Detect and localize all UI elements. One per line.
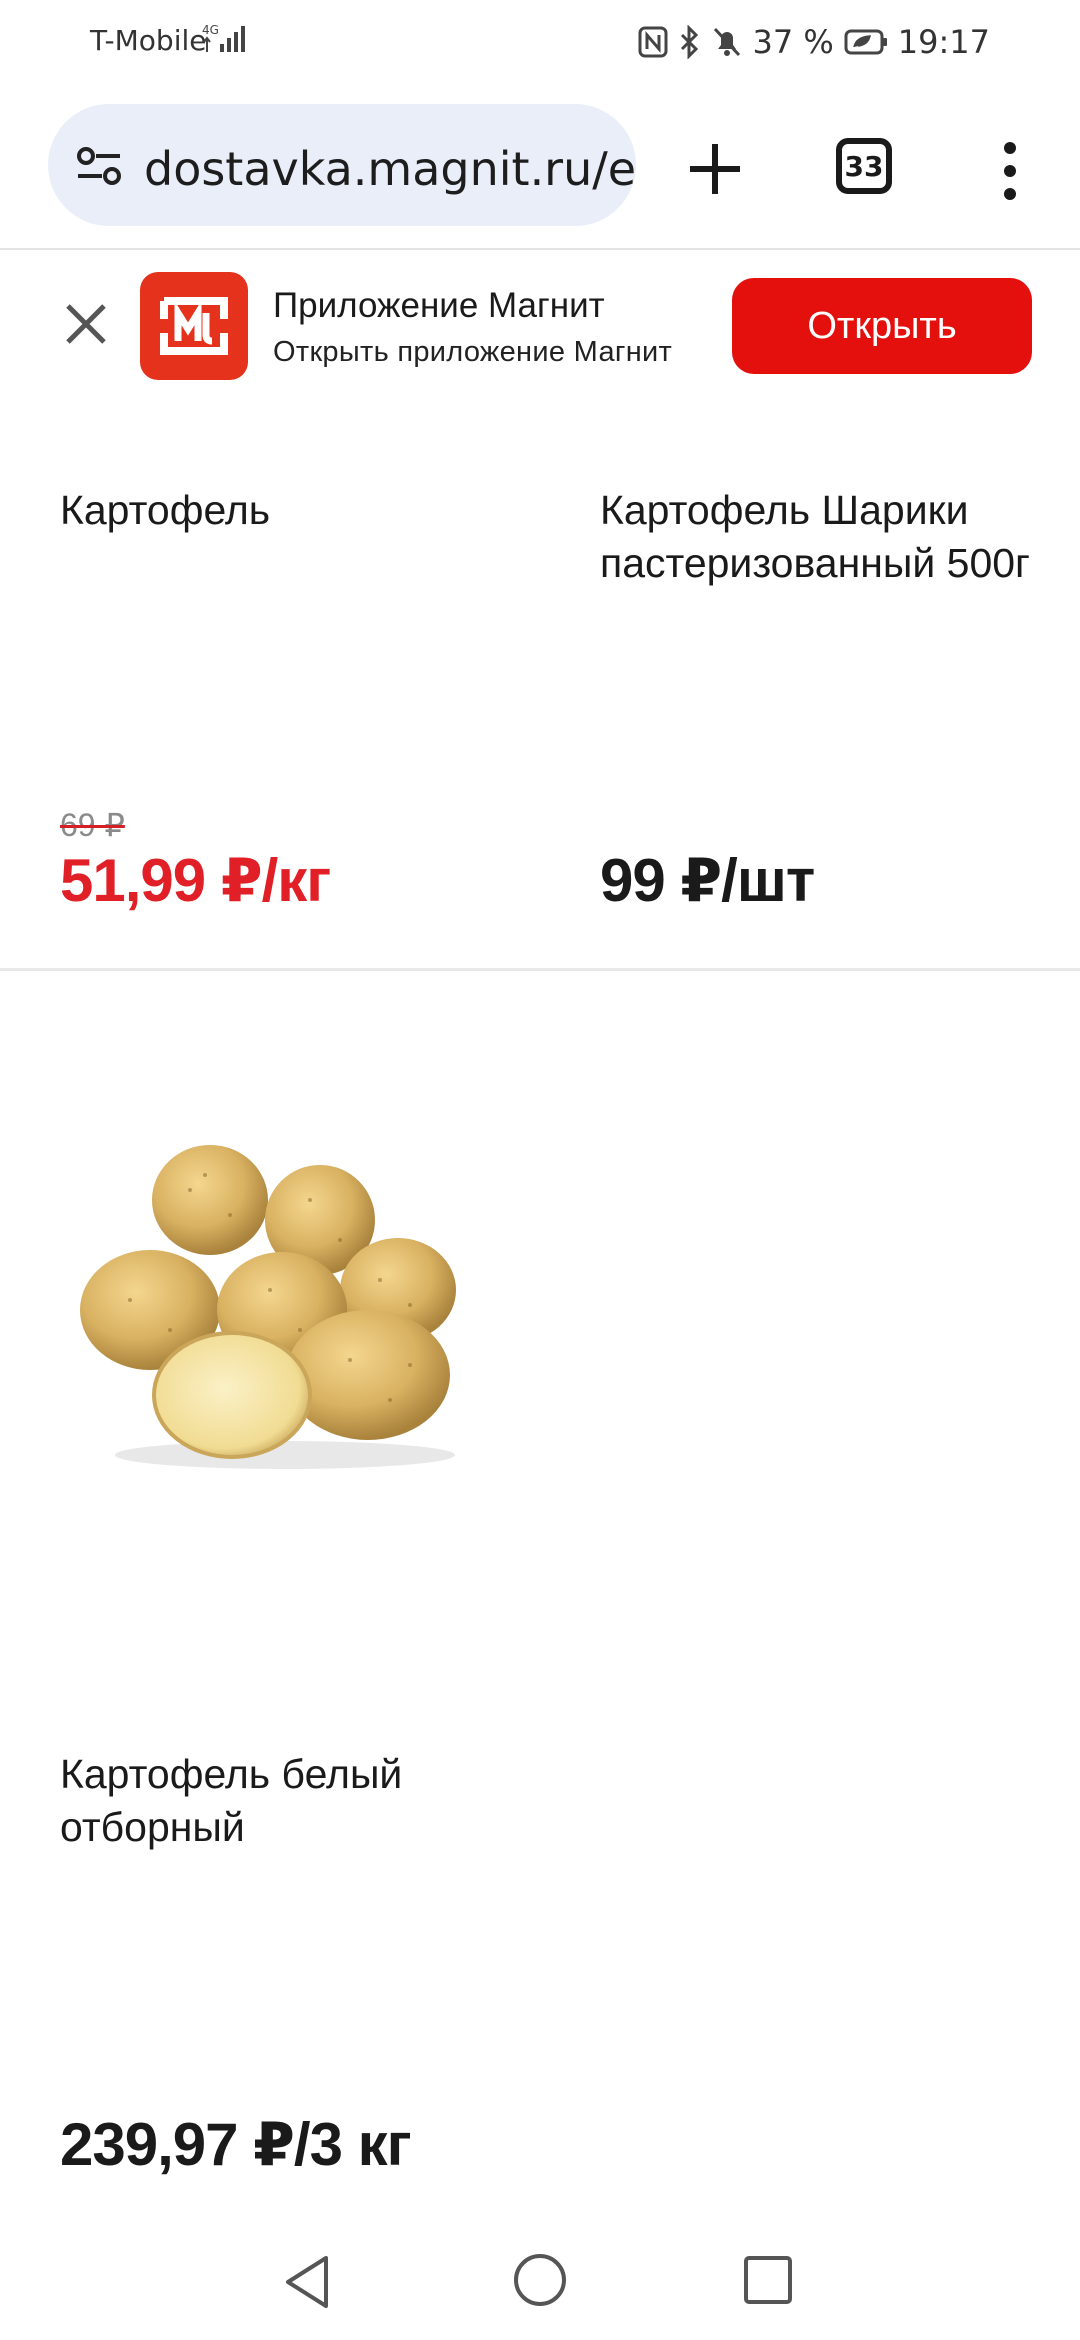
magnit-logo-mark [160, 297, 228, 355]
back-icon[interactable] [280, 2252, 336, 2312]
status-bar: T-Mobile 4G 37 % 19:17 [0, 0, 1080, 84]
product-price: 99 ₽/шт [600, 847, 815, 914]
battery-icon [844, 29, 887, 55]
close-icon[interactable] [56, 294, 116, 354]
more-vert-icon[interactable] [992, 136, 1028, 206]
app-title: Приложение Магнит [273, 286, 605, 325]
product-title[interactable]: Картофель белый отборный [60, 1748, 540, 1854]
open-app-button[interactable]: Открыть [732, 278, 1032, 374]
tabs-button[interactable]: 33 [836, 138, 892, 194]
tab-count: 33 [844, 149, 884, 183]
product-price: 51,99 ₽/кг [60, 847, 331, 914]
url-text[interactable]: dostavka.magnit.ru/ex [144, 142, 636, 196]
browser-toolbar: dostavka.magnit.ru/ex 33 [0, 84, 1080, 250]
bluetooth-icon [681, 25, 699, 59]
product-title[interactable]: Картофель Шарики пастеризованный 500г [600, 484, 1040, 590]
product-image-potatoes[interactable] [80, 1130, 480, 1480]
app-subtitle: Открыть приложение Магнит [273, 336, 673, 368]
old-price: 69 ₽ [60, 807, 125, 843]
mute-bell-icon [714, 27, 741, 57]
plus-icon[interactable] [680, 134, 750, 204]
product-price: 239,97 ₽/3 кг [60, 2111, 412, 2178]
clock: 19:17 [897, 23, 990, 61]
product-title[interactable]: Картофель [60, 484, 540, 537]
system-nav-bar [0, 2210, 1080, 2340]
recents-icon[interactable] [742, 2254, 794, 2306]
address-bar[interactable]: dostavka.magnit.ru/ex [48, 104, 636, 226]
battery-percent: 37 % [752, 23, 834, 61]
magnit-logo [140, 272, 248, 380]
tune-icon[interactable] [74, 144, 124, 188]
row-divider [0, 968, 1080, 971]
nfc-icon [638, 26, 668, 58]
status-icons: 37 % 19:17 [638, 20, 990, 64]
app-banner: Приложение Магнит Открыть приложение Маг… [0, 252, 1080, 398]
signal-icon: 4G [202, 23, 245, 52]
carrier-name: T-Mobile [90, 24, 207, 57]
home-icon[interactable] [512, 2252, 568, 2308]
svg-text:4G: 4G [202, 23, 219, 37]
